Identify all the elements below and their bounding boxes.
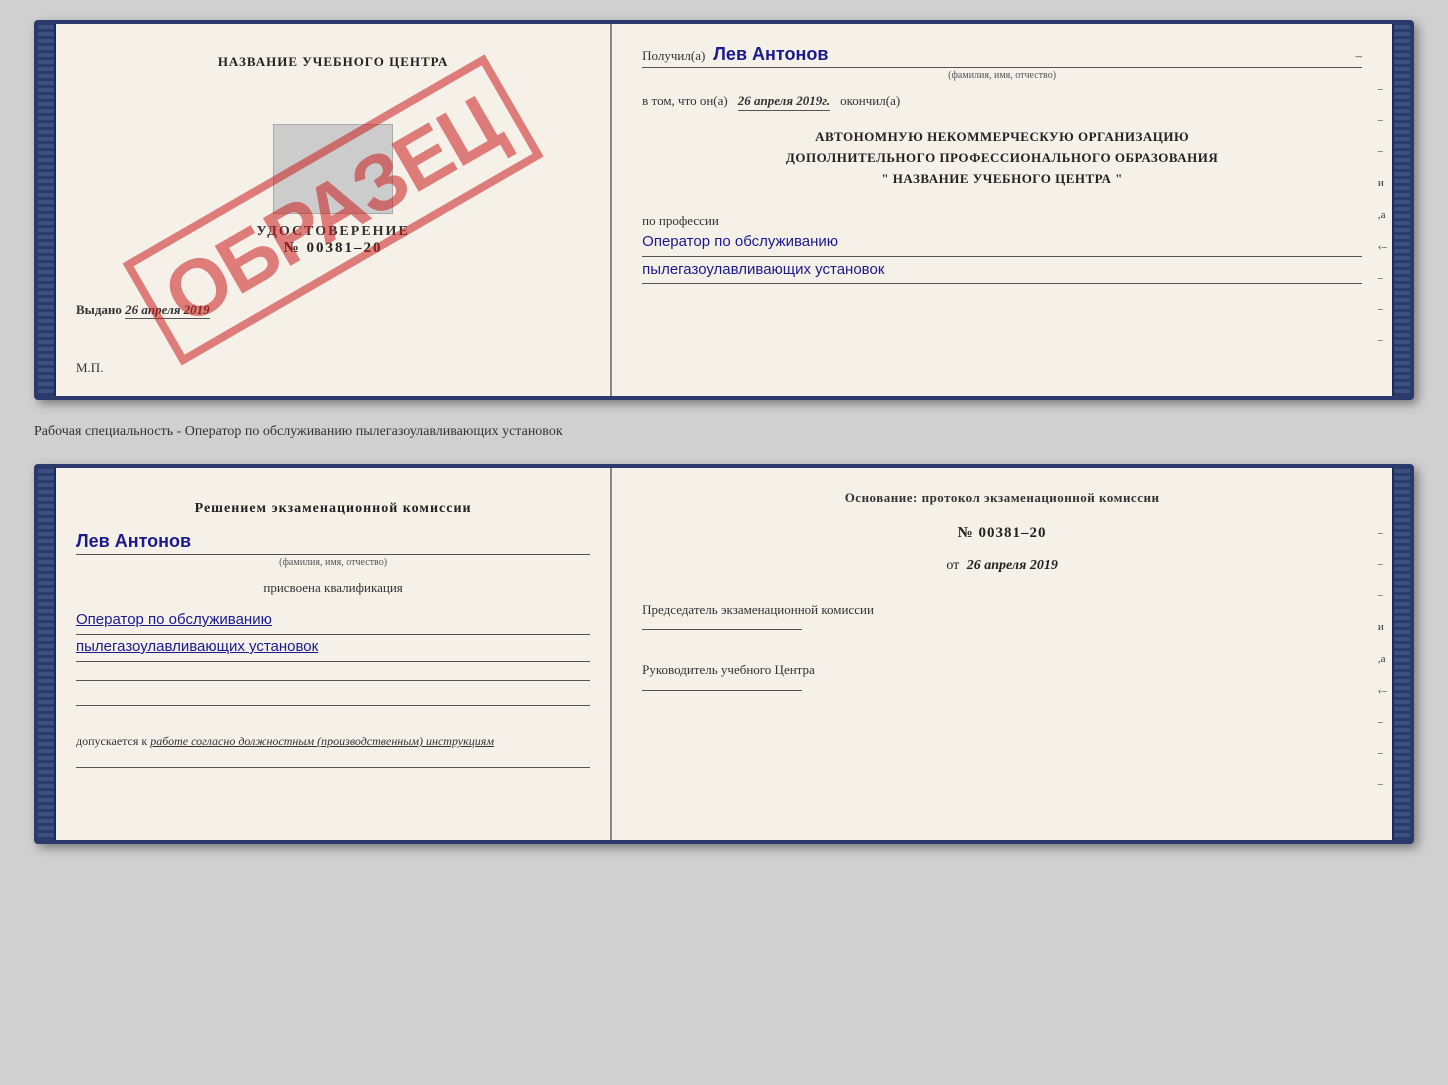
left-spine (38, 24, 56, 396)
diploma-person-name: Лев Антонов (76, 531, 590, 555)
dash-r3: – (1378, 590, 1387, 601)
recipient-name: Лев Антонов (713, 44, 828, 65)
issued-label: Выдано (76, 302, 122, 317)
diploma-right-panel: Основание: протокол экзаменационной коми… (612, 468, 1392, 840)
org-line3: " НАЗВАНИЕ УЧЕБНОГО ЦЕНТРА " (642, 169, 1362, 190)
dash1: – (1378, 84, 1387, 95)
diploma-left-panel: Решением экзаменационной комиссии Лев Ан… (56, 468, 612, 840)
osnование-block: Основание: протокол экзаменационной коми… (642, 488, 1362, 509)
org-line2: ДОПОЛНИТЕЛЬНОГО ПРОФЕССИОНАЛЬНОГО ОБРАЗО… (642, 148, 1362, 169)
left-spine-bottom (38, 468, 56, 840)
recipient-subtitle: (фамилия, имя, отчество) (642, 70, 1362, 81)
cert-number: № 00381–20 (76, 240, 590, 257)
bottom-diploma: Решением экзаменационной комиссии Лев Ан… (34, 464, 1414, 844)
dash4: и (1378, 177, 1387, 189)
profession-line1: Оператор по обслуживанию (642, 231, 1362, 257)
protocol-date-section: от 26 апреля 2019 (642, 558, 1362, 574)
protocol-number: № 00381–20 (642, 525, 1362, 542)
blank-line2 (76, 705, 590, 706)
right-side-marks2: – – – и ,а ‹– – – – (1378, 528, 1387, 790)
qual-line2: пылегазоулавливающих установок (76, 635, 590, 662)
blank-line1 (76, 680, 590, 681)
commission-block: Решением экзаменационной комиссии (76, 498, 590, 519)
доп-label: допускается к (76, 734, 147, 748)
school-name-top: НАЗВАНИЕ УЧЕБНОГО ЦЕНТРА (218, 54, 449, 70)
protocol-date-prefix: от (946, 558, 959, 573)
received-label: Получил(а) (642, 48, 705, 64)
org-block: АВТОНОМНУЮ НЕКОММЕРЧЕСКУЮ ОРГАНИЗАЦИЮ ДО… (642, 127, 1362, 189)
dash-r6: ‹– (1378, 685, 1387, 697)
photo-placeholder (273, 124, 393, 214)
profession-label: по профессии (642, 213, 1362, 229)
separator-text: Рабочая специальность - Оператор по обсл… (34, 416, 1414, 448)
qual-line1: Оператор по обслуживанию (76, 608, 590, 635)
dash5: ,а (1378, 209, 1387, 221)
commission-text: Решением экзаменационной комиссии (76, 498, 590, 519)
diploma-person-subtitle: (фамилия, имя, отчество) (76, 557, 590, 568)
chair-signature-line (642, 629, 802, 630)
in-that-label: в том, что он(а) (642, 93, 728, 109)
protocol-date: 26 апреля 2019 (967, 558, 1058, 573)
dash-r2: – (1378, 559, 1387, 570)
completed-date: 26 апреля 2019г. (738, 93, 830, 111)
blank-line3 (76, 767, 590, 768)
chair-section: Председатель экзаменационной комиссии (642, 600, 1362, 635)
chair-label: Председатель экзаменационной комиссии (642, 600, 1362, 620)
cert-mp: М.П. (76, 360, 590, 376)
issued-date: 26 апреля 2019 (125, 302, 210, 319)
recipient-line: Получил(а) Лев Антонов – (642, 44, 1362, 68)
qual-label: присвоена квалификация (76, 580, 590, 596)
допускается-section: допускается к работе согласно должностны… (76, 734, 590, 749)
dash-r8: – (1378, 748, 1387, 759)
dash2: – (1378, 115, 1387, 126)
cert-id-section: УДОСТОВЕРЕНИЕ № 00381–20 (76, 114, 590, 257)
completed-label: окончил(а) (840, 93, 900, 109)
right-side-marks: – – – и ,а ‹– – – – (1378, 84, 1387, 346)
top-certificate: НАЗВАНИЕ УЧЕБНОГО ЦЕНТРА УДОСТОВЕРЕНИЕ №… (34, 20, 1414, 400)
dash7: – (1378, 273, 1387, 284)
cert-left-panel: НАЗВАНИЕ УЧЕБНОГО ЦЕНТРА УДОСТОВЕРЕНИЕ №… (56, 24, 612, 396)
dash8: – (1378, 304, 1387, 315)
head-section: Руководитель учебного Центра (642, 660, 1362, 695)
cert-right-panel: Получил(а) Лев Антонов – (фамилия, имя, … (612, 24, 1392, 396)
document-container: НАЗВАНИЕ УЧЕБНОГО ЦЕНТРА УДОСТОВЕРЕНИЕ №… (34, 20, 1414, 844)
profession-section: по профессии Оператор по обслуживанию пы… (642, 205, 1362, 284)
diploma-recipient: Лев Антонов (фамилия, имя, отчество) (76, 531, 590, 568)
dash-r5: ,а (1378, 653, 1387, 665)
dash-r9: – (1378, 779, 1387, 790)
qualification-section: присвоена квалификация (76, 580, 590, 596)
right-spine-bottom (1392, 468, 1410, 840)
head-label: Руководитель учебного Центра (642, 660, 1362, 680)
dash3: – (1378, 146, 1387, 157)
cert-issued: Выдано 26 апреля 2019 (76, 302, 590, 318)
dash9: – (1378, 335, 1387, 346)
dash-r1: – (1378, 528, 1387, 539)
head-signature-line (642, 690, 802, 691)
date-section: в том, что он(а) 26 апреля 2019г. окончи… (642, 93, 1362, 111)
protocol-number-section: № 00381–20 (642, 525, 1362, 542)
base-label: Основание: протокол экзаменационной коми… (642, 488, 1362, 509)
dash-r4: и (1378, 621, 1387, 633)
cert-header: НАЗВАНИЕ УЧЕБНОГО ЦЕНТРА (76, 54, 590, 80)
dash6: ‹– (1378, 241, 1387, 253)
qual-value-section: Оператор по обслуживанию пылегазоулавлив… (76, 608, 590, 662)
cert-label: УДОСТОВЕРЕНИЕ (76, 224, 590, 240)
right-spine-top (1392, 24, 1410, 396)
dash-r7: – (1378, 717, 1387, 728)
org-line1: АВТОНОМНУЮ НЕКОММЕРЧЕСКУЮ ОРГАНИЗАЦИЮ (642, 127, 1362, 148)
profession-line2: пылегазоулавливающих установок (642, 259, 1362, 285)
доп-value: работе согласно должностным (производств… (150, 734, 494, 748)
recipient-section: Получил(а) Лев Антонов – (фамилия, имя, … (642, 44, 1362, 81)
